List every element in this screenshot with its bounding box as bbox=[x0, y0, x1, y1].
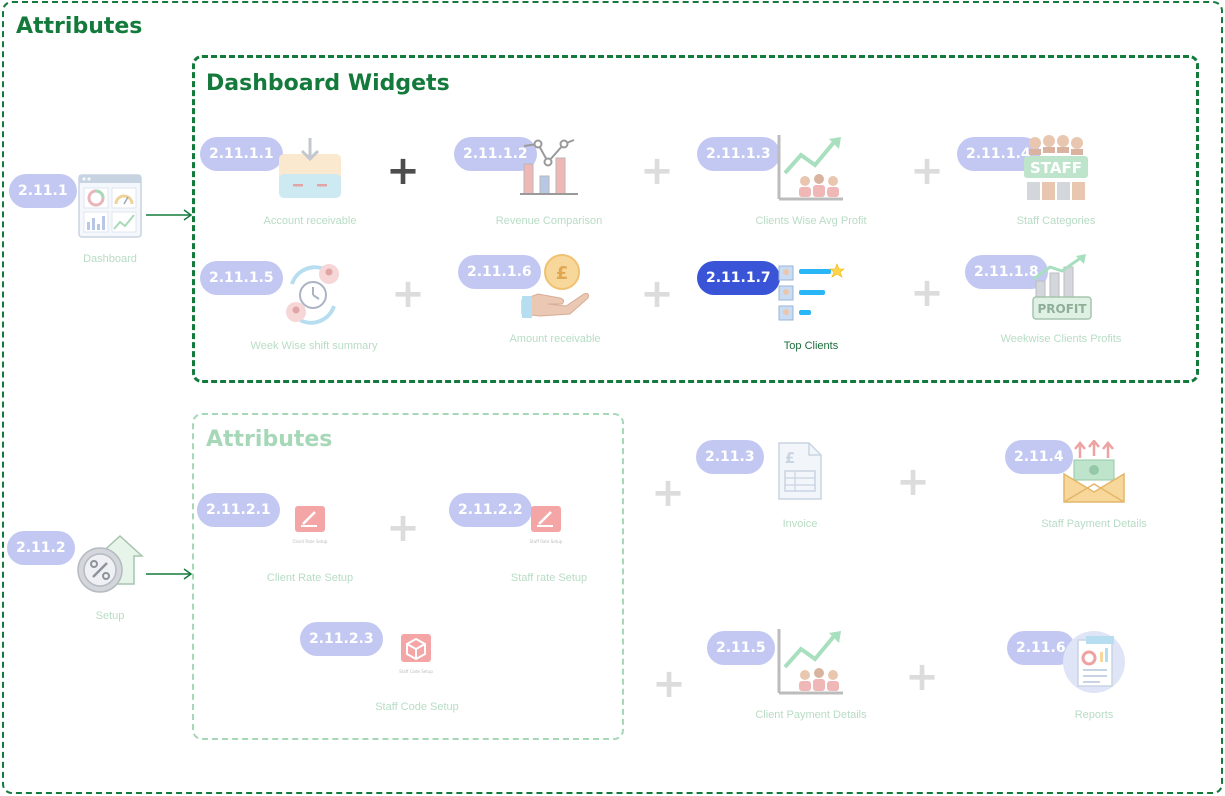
reports-icon bbox=[1063, 631, 1125, 693]
plus-icon: + bbox=[652, 661, 686, 707]
setup-icon bbox=[77, 534, 144, 593]
setup-badge-client-payment-details[interactable]: 2.11.5 bbox=[707, 631, 775, 665]
widget-label-revenue-comparison: Revenue Comparison bbox=[495, 215, 603, 227]
attribute-label-client-rate-setup: Client Rate Setup bbox=[266, 572, 354, 584]
widget-label-account-receivable: Account receivable bbox=[263, 215, 357, 227]
staff-code-setup-icon-caption: Staff Code Setup bbox=[399, 669, 433, 674]
client-rate-setup-icon: Client Rate Setup bbox=[293, 506, 328, 544]
root-label-dashboard: Dashboard bbox=[83, 253, 137, 265]
setup-label-staff-payment-details: Staff Payment Details bbox=[1041, 518, 1147, 530]
widget-badge-clients-wise-avg-profit[interactable]: 2.11.1.3 bbox=[697, 137, 780, 171]
widget-label-clients-wise-avg-profit: Clients Wise Avg Profit bbox=[755, 215, 867, 227]
attribute-badge-client-rate-setup[interactable]: 2.11.2.1 bbox=[197, 493, 280, 527]
week-wise-shift-summary-icon bbox=[286, 264, 339, 325]
top-clients-icon bbox=[778, 263, 845, 321]
account-receivable-icon bbox=[279, 138, 341, 198]
plus-icon: + bbox=[386, 505, 420, 551]
attribute-badge-staff-rate-setup[interactable]: 2.11.2.2 bbox=[449, 493, 532, 527]
setup-attributes-title: Attributes bbox=[206, 427, 333, 452]
staff-rate-setup-icon-caption: Staff Rate Setup bbox=[530, 539, 563, 544]
dashboard-connector-arrow bbox=[146, 209, 193, 221]
staff-categories-icon-text: STAFF bbox=[1030, 159, 1082, 177]
attribute-label-staff-code-setup: Staff Code Setup bbox=[375, 701, 459, 713]
widget-badge-week-wise-shift-summary[interactable]: 2.11.1.5 bbox=[200, 261, 283, 295]
root-badge-setup[interactable]: 2.11.2 bbox=[7, 531, 75, 565]
weekwise-clients-profits-icon: PROFIT bbox=[1032, 254, 1092, 320]
plus-icon: + bbox=[386, 148, 420, 194]
client-payment-details-icon bbox=[777, 629, 843, 695]
plus-icon: + bbox=[640, 148, 674, 194]
outer-frame-title: Attributes bbox=[16, 14, 143, 39]
dashboard-icon bbox=[78, 174, 142, 238]
staff-code-setup-icon: Staff Code Setup bbox=[399, 634, 433, 674]
dashboard-widgets-title: Dashboard Widgets bbox=[206, 71, 450, 96]
setup-label-client-payment-details: Client Payment Details bbox=[755, 709, 867, 721]
plus-icon: + bbox=[640, 271, 674, 317]
staff-categories-icon: STAFF bbox=[1024, 135, 1088, 200]
setup-badge-invoice[interactable]: 2.11.3 bbox=[696, 440, 764, 474]
invoice-icon: £ bbox=[778, 442, 822, 500]
plus-icon: + bbox=[651, 470, 685, 516]
widget-label-staff-categories: Staff Categories bbox=[1016, 215, 1096, 227]
widget-badge-account-receivable[interactable]: 2.11.1.1 bbox=[200, 137, 283, 171]
staff-rate-setup-icon: Staff Rate Setup bbox=[530, 506, 563, 544]
root-badge-dashboard[interactable]: 2.11.1 bbox=[9, 174, 77, 208]
clients-wise-avg-profit-icon bbox=[777, 135, 843, 201]
plus-icon: + bbox=[910, 148, 944, 194]
widget-label-weekwise-clients-profits: Weekwise Clients Profits bbox=[1000, 333, 1122, 345]
plus-icon: + bbox=[905, 654, 939, 700]
attribute-badge-staff-code-setup[interactable]: 2.11.2.3 bbox=[300, 622, 383, 656]
root-label-setup: Setup bbox=[95, 610, 125, 622]
widget-label-amount-receivable: Amount receivable bbox=[509, 333, 601, 345]
setup-connector-arrow bbox=[146, 568, 193, 580]
revenue-comparison-icon bbox=[520, 139, 578, 195]
attribute-label-staff-rate-setup: Staff rate Setup bbox=[510, 572, 588, 584]
amount-receivable-icon-text: £ bbox=[556, 263, 569, 284]
plus-icon: + bbox=[910, 270, 944, 316]
weekwise-clients-profits-icon-text: PROFIT bbox=[1037, 302, 1087, 316]
plus-icon: + bbox=[391, 271, 425, 317]
invoice-icon-text: £ bbox=[785, 449, 795, 467]
widget-label-week-wise-shift-summary: Week Wise shift summary bbox=[250, 340, 378, 352]
staff-payment-details-icon bbox=[1063, 440, 1125, 503]
plus-icon: + bbox=[896, 459, 930, 505]
setup-label-invoice: Invoice bbox=[782, 518, 818, 530]
amount-receivable-icon: £ bbox=[521, 254, 589, 318]
widget-label-top-clients: Top Clients bbox=[783, 340, 839, 352]
client-rate-setup-icon-caption: Client Rate Setup bbox=[293, 539, 328, 544]
widget-badge-top-clients[interactable]: 2.11.1.7 bbox=[697, 261, 780, 295]
setup-label-reports: Reports bbox=[1074, 709, 1114, 721]
